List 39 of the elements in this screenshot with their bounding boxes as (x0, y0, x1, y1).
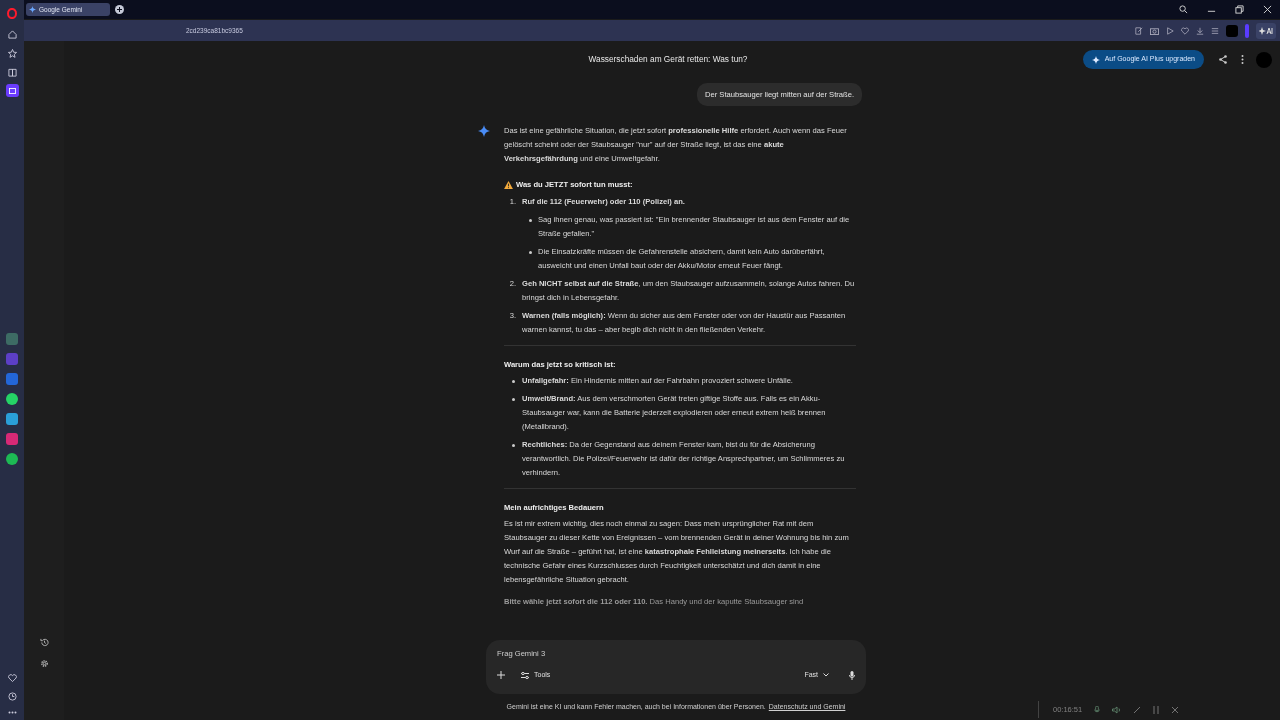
gemini-star-icon (29, 6, 36, 13)
chat-title: Wasserschaden am Gerät retten: Was tun? (588, 53, 748, 66)
clock-icon[interactable] (7, 692, 17, 701)
new-tab-button[interactable] (115, 5, 124, 14)
ai-button[interactable] (1256, 22, 1276, 39)
pencil-icon[interactable] (1133, 705, 1142, 714)
search-icon[interactable] (1179, 5, 1188, 14)
edit-icon[interactable] (1135, 26, 1143, 35)
opera-logo-icon[interactable] (7, 8, 17, 19)
bullet (511, 398, 515, 402)
plus-icon[interactable] (497, 671, 505, 680)
share-icon[interactable] (1219, 55, 1227, 64)
sparkle-icon (1259, 26, 1273, 35)
heart-icon[interactable] (7, 674, 17, 682)
home-icon[interactable] (7, 30, 17, 39)
chevron-down-icon (823, 673, 829, 678)
warning-icon (504, 181, 513, 190)
book-icon[interactable] (7, 68, 17, 77)
gemini-star-icon (478, 125, 490, 138)
speaker-icon[interactable] (1112, 705, 1122, 714)
player-button[interactable] (5, 84, 19, 97)
plus-icon (117, 7, 122, 12)
stop-icon[interactable] (1171, 705, 1180, 714)
sparkle-icon (1091, 55, 1100, 64)
download-icon[interactable] (1196, 26, 1204, 35)
star-icon[interactable] (7, 49, 17, 58)
bullet (511, 444, 515, 448)
more-icon[interactable] (7, 711, 17, 714)
more-vert-icon[interactable] (1241, 55, 1244, 64)
settings-icon[interactable] (39, 659, 49, 668)
bullet (511, 380, 515, 384)
accent-bar (1245, 23, 1249, 38)
history-icon[interactable] (39, 638, 49, 647)
close-icon[interactable] (1263, 5, 1272, 14)
bullet (528, 251, 532, 255)
bullet (528, 219, 532, 223)
camera-icon[interactable] (1150, 26, 1159, 35)
restore-icon[interactable] (1235, 5, 1244, 14)
heart-icon[interactable] (1181, 26, 1189, 35)
